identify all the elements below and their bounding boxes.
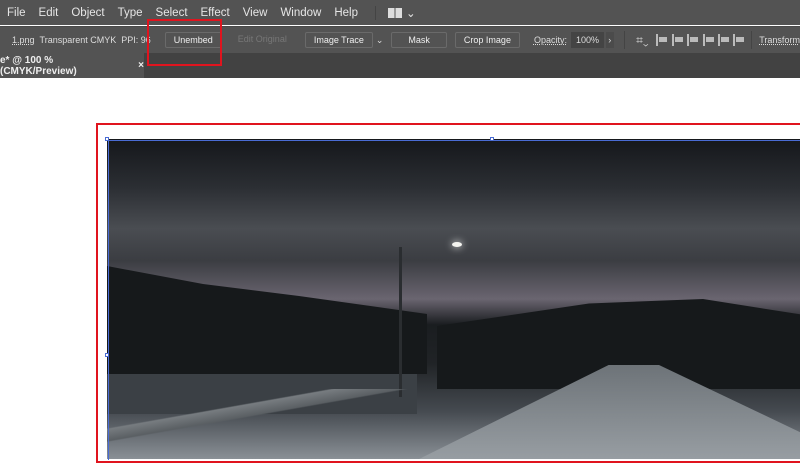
menu-bar: File Edit Object Type Select Effect View…: [0, 0, 800, 25]
menu-effect[interactable]: Effect: [201, 7, 230, 19]
image-trace-button[interactable]: Image Trace: [304, 32, 373, 48]
align-right-icon[interactable]: [687, 34, 699, 46]
align-bottom-icon[interactable]: [733, 34, 745, 46]
workspace-switcher[interactable]: ⌄: [375, 5, 429, 20]
workspace-icon: [388, 7, 402, 18]
opacity-input[interactable]: 100%: [570, 32, 604, 48]
crop-image-button[interactable]: Crop Image: [454, 32, 520, 48]
chevron-down-icon[interactable]: ⌄: [376, 35, 384, 46]
menu-view[interactable]: View: [243, 7, 268, 19]
menu-object[interactable]: Object: [71, 7, 104, 19]
control-bar: 1.png Transparent CMYK PPI: 96 Unembed E…: [0, 26, 800, 53]
crop-tool-icon[interactable]: ⌗⌄: [636, 33, 648, 48]
document-tab-bar: e* @ 100 % (CMYK/Preview) ×: [0, 53, 800, 78]
menu-edit[interactable]: Edit: [39, 7, 59, 19]
highlight-box: [147, 19, 222, 66]
align-left-icon[interactable]: [656, 34, 669, 46]
opacity-label: Opacity:: [533, 35, 567, 45]
align-center-icon[interactable]: [671, 34, 684, 46]
chevron-down-icon: ⌄: [406, 7, 416, 20]
highlight-box: [96, 123, 800, 463]
close-icon[interactable]: ×: [138, 60, 144, 71]
document-tab[interactable]: e* @ 100 % (CMYK/Preview) ×: [0, 53, 144, 78]
menu-help[interactable]: Help: [334, 7, 358, 19]
mask-button[interactable]: Mask: [391, 32, 447, 48]
menu-type[interactable]: Type: [118, 7, 143, 19]
tab-title: e* @ 100 % (CMYK/Preview): [0, 54, 77, 77]
divider: [750, 31, 752, 49]
menu-window[interactable]: Window: [280, 7, 321, 19]
color-mode: Transparent CMYK: [39, 35, 117, 45]
align-middle-icon[interactable]: [717, 34, 730, 46]
edit-original-button: Edit Original: [237, 34, 287, 44]
menu-file[interactable]: File: [7, 7, 26, 19]
menu-select[interactable]: Select: [156, 7, 188, 19]
transform-link[interactable]: Transform: [759, 35, 800, 45]
divider: [623, 31, 625, 49]
file-link[interactable]: 1.png: [12, 35, 35, 45]
align-top-icon[interactable]: [702, 34, 715, 46]
chevron-right-icon[interactable]: ›: [606, 32, 614, 48]
